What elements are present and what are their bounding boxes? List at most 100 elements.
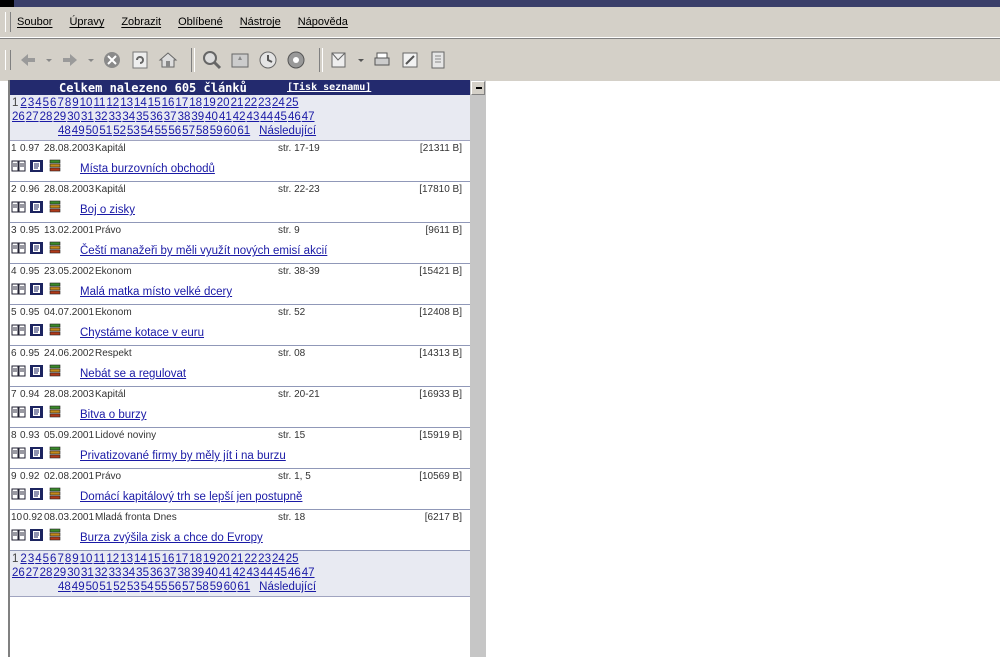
page-link[interactable]: 56 [168,125,181,137]
page-link[interactable]: 2 [20,97,26,109]
result-title-link[interactable]: Místa burzovních obchodů [80,163,215,175]
mail-icon[interactable] [329,49,351,71]
stack-icon[interactable] [47,487,63,501]
page-link[interactable]: 45 [274,567,287,579]
page-link[interactable]: 20 [217,97,230,109]
page-link[interactable]: 30 [67,111,80,123]
book-icon[interactable] [11,405,27,419]
page-link[interactable]: 41 [219,567,232,579]
stack-icon[interactable] [47,528,63,542]
page-link[interactable]: 28 [40,111,53,123]
page-link[interactable]: 61 [237,581,250,593]
page-link[interactable]: 26 [12,111,25,123]
page-link[interactable]: 55 [155,581,168,593]
document-icon[interactable] [29,487,45,501]
page-link[interactable]: 48 [58,581,71,593]
page-link[interactable]: 43 [247,111,260,123]
result-title-link[interactable]: Chystáme kotace v euru [80,327,204,339]
page-link[interactable]: 57 [182,581,195,593]
page-link[interactable]: 31 [81,567,94,579]
page-link[interactable]: 39 [191,111,204,123]
page-link[interactable]: 48 [58,125,71,137]
result-title-link[interactable]: Nebát se a regulovat [80,368,186,380]
page-link[interactable]: 33 [109,567,122,579]
page-link[interactable]: 35 [136,567,149,579]
page-link[interactable]: 47 [302,567,315,579]
result-title-link[interactable]: Boj o zisky [80,204,135,216]
document-icon[interactable] [29,405,45,419]
page-link[interactable]: 59 [210,125,223,137]
result-title-link[interactable]: Bitva o burzy [80,409,146,421]
page-link[interactable]: 16 [162,97,175,109]
page-link[interactable]: 4 [35,553,41,565]
result-title-link[interactable]: Čeští manažeři by měli využít nových emi… [80,245,327,257]
page-link[interactable]: 42 [233,567,246,579]
page-link[interactable]: 8 [65,553,71,565]
page-link[interactable]: 51 [99,581,112,593]
page-link[interactable]: 40 [205,567,218,579]
page-link[interactable]: 7 [57,97,63,109]
menu-tools[interactable]: Nástroje [240,16,281,28]
page-link[interactable]: 29 [53,567,66,579]
page-link[interactable]: 32 [95,111,108,123]
document-icon[interactable] [29,282,45,296]
next-page-link[interactable]: Následující [259,581,316,593]
page-link[interactable]: 38 [178,111,191,123]
page-link[interactable]: 52 [113,581,126,593]
refresh-icon[interactable] [129,49,151,71]
page-link[interactable]: 60 [224,581,237,593]
page-link[interactable]: 25 [286,553,299,565]
page-link[interactable]: 61 [237,125,250,137]
page-link[interactable]: 16 [162,553,175,565]
page-link[interactable]: 46 [288,567,301,579]
history-icon[interactable] [257,49,279,71]
page-link[interactable]: 5 [43,553,49,565]
page-link[interactable]: 37 [164,111,177,123]
menu-view[interactable]: Zobrazit [121,16,161,28]
page-link[interactable]: 39 [191,567,204,579]
page-link[interactable]: 17 [175,553,188,565]
stack-icon[interactable] [47,159,63,173]
page-link[interactable]: 14 [134,97,147,109]
page-link[interactable]: 18 [189,553,202,565]
stack-icon[interactable] [47,200,63,214]
channels-icon[interactable] [285,49,307,71]
menu-help[interactable]: Nápověda [298,16,348,28]
page-link[interactable]: 22 [244,97,257,109]
page-link[interactable]: 25 [286,97,299,109]
page-link[interactable]: 6 [50,553,56,565]
page-link[interactable]: 44 [260,567,273,579]
stop-icon[interactable] [101,49,123,71]
page-link[interactable]: 21 [231,97,244,109]
page-link[interactable]: 58 [196,125,209,137]
page-link[interactable]: 45 [274,111,287,123]
print-list-link[interactable]: [Tisk seznamu] [287,82,371,93]
page-link[interactable]: 44 [260,111,273,123]
page-link[interactable]: 17 [175,97,188,109]
result-title-link[interactable]: Domácí kapitálový trh se lepší jen postu… [80,491,302,503]
page-link[interactable]: 19 [203,97,216,109]
page-link[interactable]: 50 [86,581,99,593]
stack-icon[interactable] [47,446,63,460]
back-icon[interactable] [17,49,39,71]
scroll-collapse-button[interactable] [471,81,485,95]
page-link[interactable]: 54 [141,125,154,137]
document-icon[interactable] [29,323,45,337]
edit-icon[interactable] [399,49,421,71]
book-icon[interactable] [11,446,27,460]
favorites-icon[interactable] [229,49,251,71]
forward-dropdown-icon[interactable] [87,49,95,71]
book-icon[interactable] [11,241,27,255]
page-link[interactable]: 7 [57,553,63,565]
page-link[interactable]: 34 [122,111,135,123]
stack-icon[interactable] [47,241,63,255]
page-link[interactable]: 3 [28,553,34,565]
page-link[interactable]: 28 [40,567,53,579]
page-link[interactable]: 37 [164,567,177,579]
page-link[interactable]: 3 [28,97,34,109]
page-link[interactable]: 42 [233,111,246,123]
page-link[interactable]: 32 [95,567,108,579]
page-link[interactable]: 13 [120,553,133,565]
book-icon[interactable] [11,487,27,501]
page-link[interactable]: 55 [155,125,168,137]
